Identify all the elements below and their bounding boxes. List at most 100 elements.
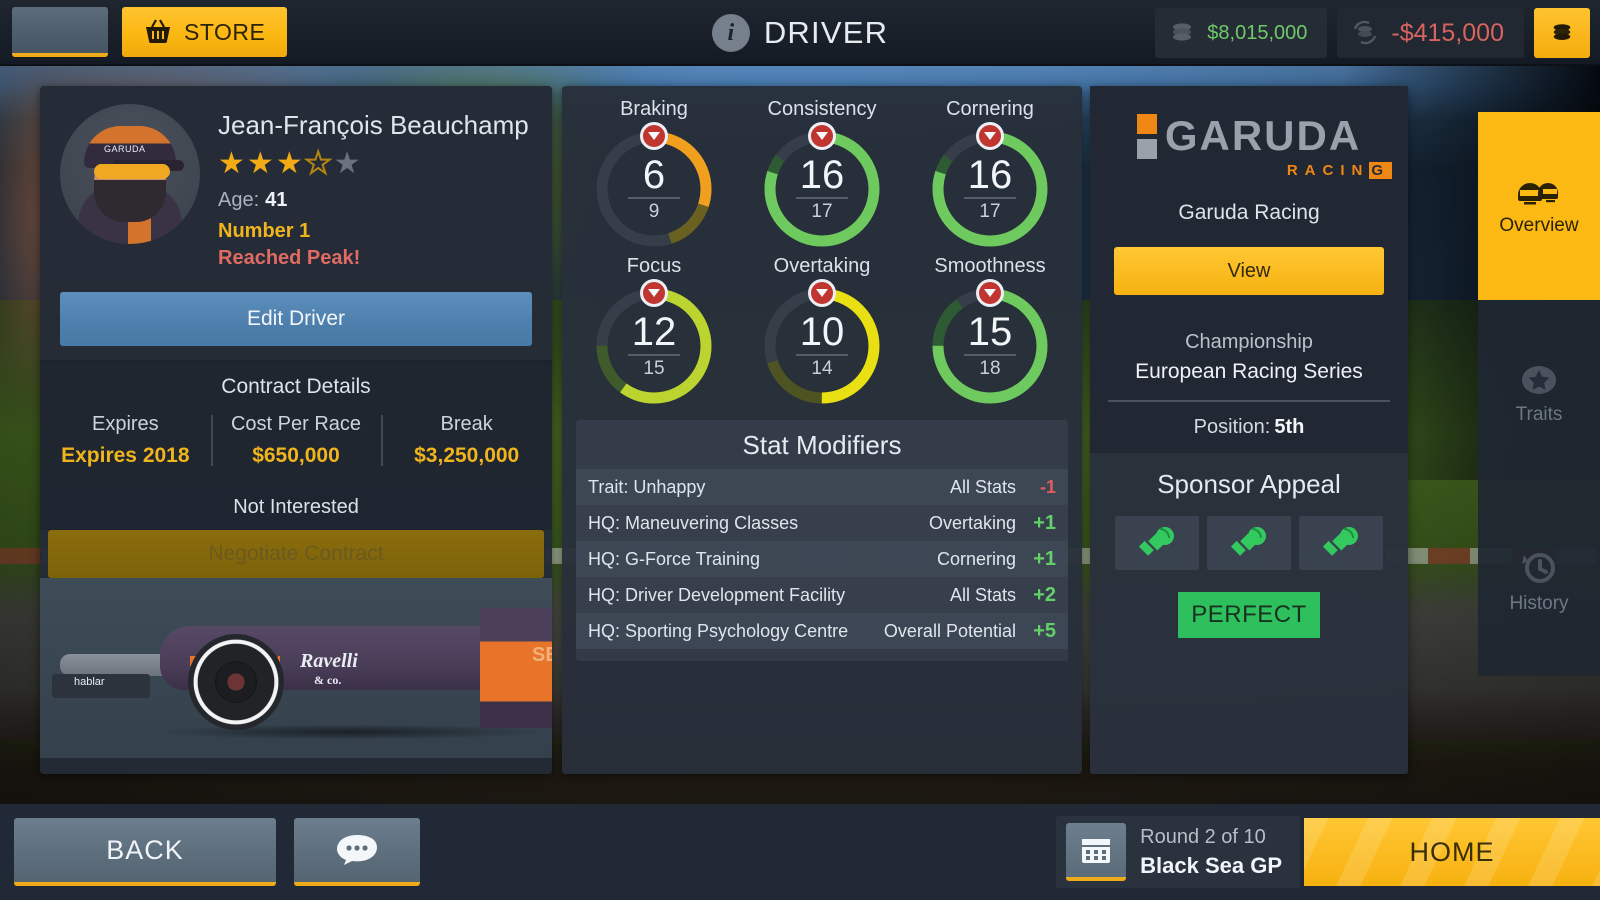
stat-gauge-label: Consistency <box>767 98 877 120</box>
sponsor-appeal-slot <box>1115 516 1199 570</box>
team-header: GARUDA RACIN G Garuda Racing View <box>1090 86 1408 315</box>
info-icon: i <box>711 14 750 52</box>
stat-modifier-row: HQ: Driver Development Facility All Stats… <box>576 577 1068 613</box>
modifier-stat: Overtaking <box>928 512 1016 533</box>
star-dim-icon: ★ <box>333 147 361 180</box>
down-arrow-badge-icon <box>976 122 1004 150</box>
tab-overview[interactable]: Overview <box>1478 112 1600 300</box>
driver-number: Number 1 <box>218 220 311 242</box>
team-panel: GARUDA RACIN G Garuda Racing View Champio… <box>1090 86 1408 774</box>
microphone-icon <box>1228 526 1270 560</box>
modifier-stat: All Stats <box>949 476 1016 497</box>
column-header: Cost Per Race <box>230 413 362 435</box>
championship-position: Position: 5th <box>1104 416 1394 439</box>
calendar-icon <box>1066 823 1127 881</box>
stat-gauge-ring: 16 17 <box>760 122 884 251</box>
tab-label: Overview <box>1499 215 1579 236</box>
view-team-button[interactable]: View <box>1114 247 1384 295</box>
top-bar: STORE i DRIVER $8,015,000 -$415,000 <box>0 0 1600 66</box>
tab-traits[interactable]: Traits <box>1478 300 1600 488</box>
stat-gauge-cornering: Cornering 16 17 <box>906 98 1074 251</box>
age-value: 41 <box>265 189 288 211</box>
divider <box>1108 400 1390 402</box>
store-button[interactable]: STORE <box>122 7 288 57</box>
sponsor-appeal-rating: PERFECT <box>1178 592 1320 638</box>
championship-info: Championship European Racing Series Posi… <box>1090 315 1408 453</box>
tab-label: History <box>1509 593 1569 614</box>
team-logo-sub: RACIN G <box>1286 162 1392 179</box>
stat-modifiers-title: Stat Modifiers <box>742 430 902 460</box>
sponsor-appeal-mics <box>1100 516 1398 570</box>
modifier-value: +2 <box>1033 583 1056 606</box>
chat-bubble-icon <box>335 831 379 869</box>
buy-coins-button[interactable] <box>1534 8 1590 58</box>
coins-recurring-icon <box>1351 20 1379 46</box>
negotiate-contract-button[interactable]: Negotiate Contract <box>48 530 544 578</box>
down-arrow-badge-icon <box>808 122 836 150</box>
car-front-wing-text: hablar <box>74 676 105 688</box>
driver-profile: GARUDA Jean-François Beauchamp ★ ★ ★ ★ ★… <box>40 86 552 284</box>
stat-gauge-label: Focus <box>626 255 682 277</box>
sponsor-appeal: Sponsor Appeal PERFECT <box>1090 453 1408 774</box>
stat-gauge-label: Overtaking <box>773 255 871 277</box>
car-render: Ravelli& co. SEP hablar <box>40 578 552 758</box>
position-label: Position: <box>1193 416 1271 438</box>
driver-stats-panel: Braking 6 9 Consistency 16 17 Cornering 16 17 Foc… <box>562 86 1082 774</box>
race-name: Black Sea GP <box>1140 852 1282 878</box>
column-value: $650,000 <box>252 444 340 467</box>
edit-driver-button[interactable]: Edit Driver <box>60 292 532 346</box>
column-value: Expires 2018 <box>61 444 190 467</box>
stat-modifiers: Stat Modifiers Trait: Unhappy All Stats -1… <box>576 420 1068 661</box>
home-button[interactable]: HOME <box>1304 818 1600 886</box>
stat-modifier-list: Trait: Unhappy All Stats -1 HQ: Maneuvering… <box>576 469 1068 649</box>
balance-box: $8,015,000 <box>1155 8 1328 58</box>
driver-age: Age: 41 <box>218 189 532 212</box>
menu-button[interactable] <box>12 7 108 57</box>
contract-title: Contract Details <box>221 375 371 398</box>
stat-gauge-focus: Focus 12 15 <box>570 255 738 408</box>
home-label: HOME <box>1409 836 1495 867</box>
contract-column-cost-per-race: Cost Per Race $650,000 <box>210 413 382 468</box>
down-arrow-badge-icon <box>808 279 836 307</box>
age-label: Age: <box>218 189 260 211</box>
chat-button[interactable] <box>294 818 420 886</box>
team-logo: GARUDA <box>1104 112 1394 160</box>
star-badge-icon <box>1517 362 1561 398</box>
sponsor-appeal-title: Sponsor Appeal <box>1157 469 1341 499</box>
modifier-name: HQ: G-Force Training <box>588 548 761 569</box>
modifier-name: Trait: Unhappy <box>588 476 706 497</box>
down-arrow-badge-icon <box>640 279 668 307</box>
stat-gauge-ring: 15 18 <box>928 279 1052 408</box>
driver-peak-status: Reached Peak! <box>218 247 361 269</box>
tab-label: Traits <box>1515 404 1563 425</box>
page-title: DRIVER <box>763 15 889 50</box>
clock-history-icon <box>1518 549 1560 587</box>
store-label: STORE <box>184 18 266 45</box>
bottom-bar: BACK Round 2 of 10 Black Sea GP HOME <box>0 804 1600 900</box>
tab-history[interactable]: History <box>1478 488 1600 676</box>
stat-gauge-label: Smoothness <box>934 255 1046 277</box>
car-front-wing: hablar <box>52 674 150 698</box>
stat-gauge-ring: 69 <box>592 122 716 251</box>
car-sponsor-text: Ravelli & co. <box>300 650 358 687</box>
car-rear-text: SEP <box>532 644 552 666</box>
modifier-stat: Cornering <box>936 548 1016 569</box>
modifier-value: -1 <box>1039 476 1056 497</box>
championship-label: Championship <box>1185 331 1313 353</box>
stat-modifier-row: HQ: G-Force Training Cornering +1 <box>576 541 1068 577</box>
column-header: Expires <box>91 413 159 435</box>
stat-gauge-ring: 16 17 <box>928 122 1052 251</box>
game-screen: STORE i DRIVER $8,015,000 -$415,000 GARU… <box>0 0 1600 900</box>
income-box: -$415,000 <box>1337 8 1524 58</box>
stat-gauge-ring: 12 15 <box>592 279 716 408</box>
race-round-info[interactable]: Round 2 of 10 Black Sea GP <box>1056 816 1300 888</box>
sponsor-appeal-slot <box>1207 516 1291 570</box>
back-button[interactable]: BACK <box>14 818 276 886</box>
contract-table: Expires Expires 2018 Cost Per Race $650,… <box>40 413 552 468</box>
stat-gauge-label: Braking <box>620 98 688 120</box>
coins-icon <box>1169 21 1195 45</box>
position-value: 5th <box>1274 416 1305 438</box>
currency-group: $8,015,000 -$415,000 <box>1155 8 1590 58</box>
team-logo-word: GARUDA <box>1164 112 1362 159</box>
column-header: Break <box>440 413 493 435</box>
